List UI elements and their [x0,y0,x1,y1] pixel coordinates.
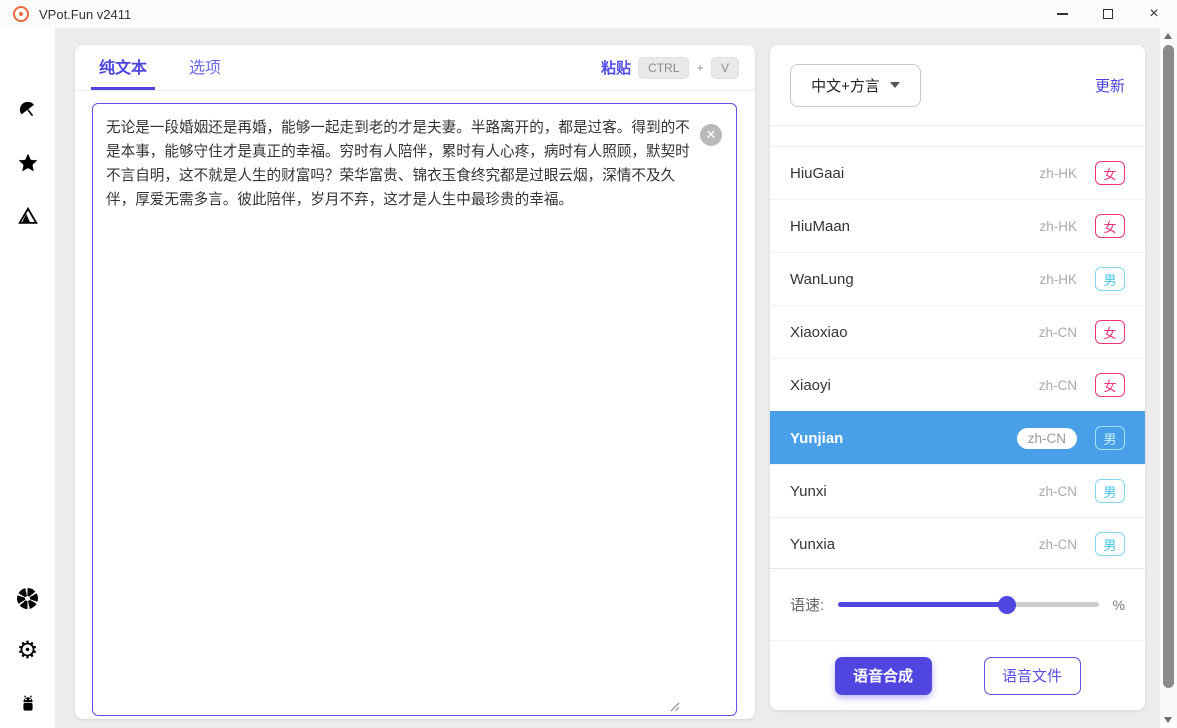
voice-lang: zh-CN [1039,325,1077,340]
voice-lang: zh-HK [1039,272,1077,287]
text-input[interactable]: 无论是一段婚姻还是再婚，能够一起走到老的才是夫妻。半路离开的，都是过客。得到的不… [93,104,736,715]
maximize-button[interactable] [1085,0,1131,28]
slider-fill [838,602,1007,607]
close-button[interactable]: × [1131,0,1177,28]
voice-row-xiaoxiao[interactable]: Xiaoxiao zh-CN 女 [770,305,1145,358]
voice-name: Yunxi [790,483,827,500]
slider-thumb[interactable] [998,596,1016,614]
mountain-icon[interactable] [16,204,40,228]
voices-panel-header: 中文+方言 更新 [770,45,1145,126]
voice-row-xiaoyi[interactable]: Xiaoyi zh-CN 女 [770,358,1145,411]
voice-name: WanLung [790,271,854,288]
voice-file-button[interactable]: 语音文件 [984,657,1081,695]
gender-badge: 女 [1095,320,1125,344]
chevron-down-icon [890,82,900,88]
text-input-wrapper: 无论是一段婚姻还是再婚，能够一起走到老的才是夫妻。半路离开的，都是过客。得到的不… [92,103,737,716]
kbd-v: V [711,57,739,79]
voice-name: Yunxia [790,536,835,553]
gender-badge: 男 [1095,267,1125,291]
kbd-ctrl: CTRL [638,57,689,79]
voice-name: Yunjian [790,430,843,447]
voice-lang: zh-CN [1017,428,1077,449]
action-buttons: 语音合成 语音文件 [770,640,1145,710]
editor-card: 纯文本选项 粘贴 CTRL + V 无论是一段婚姻还是再婚，能够一起走到老的才是… [75,45,755,719]
scroll-up-icon[interactable] [1164,33,1172,39]
voice-lang: zh-CN [1039,484,1077,499]
speed-unit: % [1113,597,1125,613]
gender-badge: 女 [1095,214,1125,238]
gender-badge: 女 [1095,161,1125,185]
voice-row-yunjian[interactable]: Yunjian zh-CN 男 [770,411,1145,464]
voice-row-yunxia[interactable]: Yunxia zh-CN 男 [770,517,1145,568]
voice-name: HiuMaan [790,218,850,235]
umbrella-icon[interactable] [16,98,40,122]
app-logo-icon [13,6,29,22]
robot-icon[interactable] [16,692,40,716]
speed-slider-section: 语速: % [770,568,1145,640]
left-sidebar: ⚙ [0,28,55,728]
voice-lang: zh-CN [1039,378,1077,393]
paste-hint: 粘贴 CTRL + V [601,45,739,90]
resize-handle-icon[interactable] [669,699,680,710]
star-icon[interactable] [16,151,40,175]
refresh-link[interactable]: 更新 [1095,75,1125,96]
synthesize-button[interactable]: 语音合成 [835,657,932,695]
tab-0[interactable]: 纯文本 [91,45,155,90]
voice-lang: zh-HK [1039,166,1077,181]
scroll-down-icon[interactable] [1164,717,1172,723]
gender-badge: 女 [1095,373,1125,397]
gender-badge: 男 [1095,479,1125,503]
window-title: VPot.Fun v2411 [39,7,131,22]
speed-slider[interactable] [838,596,1098,614]
title-bar: VPot.Fun v2411 × [0,0,1177,28]
voice-row-hiumaan[interactable]: HiuMaan zh-HK 女 [770,199,1145,252]
maximize-icon [1103,9,1113,19]
aperture-icon[interactable] [16,586,40,610]
gear-icon[interactable]: ⚙ [16,639,40,663]
speed-label: 语速: [790,594,824,615]
kbd-plus: + [696,60,704,75]
editor-tabbar: 纯文本选项 粘贴 CTRL + V [75,45,755,91]
scrollbar-thumb[interactable] [1163,45,1174,688]
voice-row-hiugaai[interactable]: HiuGaai zh-HK 女 [770,146,1145,199]
voice-name: HiuGaai [790,165,844,182]
voice-name: Xiaoyi [790,377,831,394]
voice-lang: zh-HK [1039,219,1077,234]
clear-text-icon[interactable]: ✕ [700,124,722,146]
paste-button[interactable]: 粘贴 [601,57,631,78]
voice-row-yunxi[interactable]: Yunxi zh-CN 男 [770,464,1145,517]
close-icon: × [1149,6,1158,22]
window-controls: × [1039,0,1177,28]
tab-1[interactable]: 选项 [181,45,229,90]
voice-lang: zh-CN [1039,537,1077,552]
voice-row-wanlung[interactable]: WanLung zh-HK 男 [770,252,1145,305]
gender-badge: 男 [1095,426,1125,450]
window-scrollbar[interactable] [1160,28,1177,728]
minimize-icon [1057,13,1068,14]
gender-badge: 男 [1095,532,1125,556]
dropdown-value: 中文+方言 [811,75,880,96]
minimize-button[interactable] [1039,0,1085,28]
voice-name: Xiaoxiao [790,324,848,341]
app-window: VPot.Fun v2411 × ⚙ 纯文本选项 粘贴 CTRL [0,0,1177,728]
voices-panel: 中文+方言 更新 HiuGaai zh-HK 女 HiuMaan zh-HK 女 WanLu… [770,45,1145,710]
editor-tabs: 纯文本选项 [91,45,255,90]
language-category-dropdown[interactable]: 中文+方言 [790,64,921,107]
voice-list: HiuGaaizh-HK女HiuMaanzh-HK女WanLungzh-HK男X… [770,126,1145,568]
